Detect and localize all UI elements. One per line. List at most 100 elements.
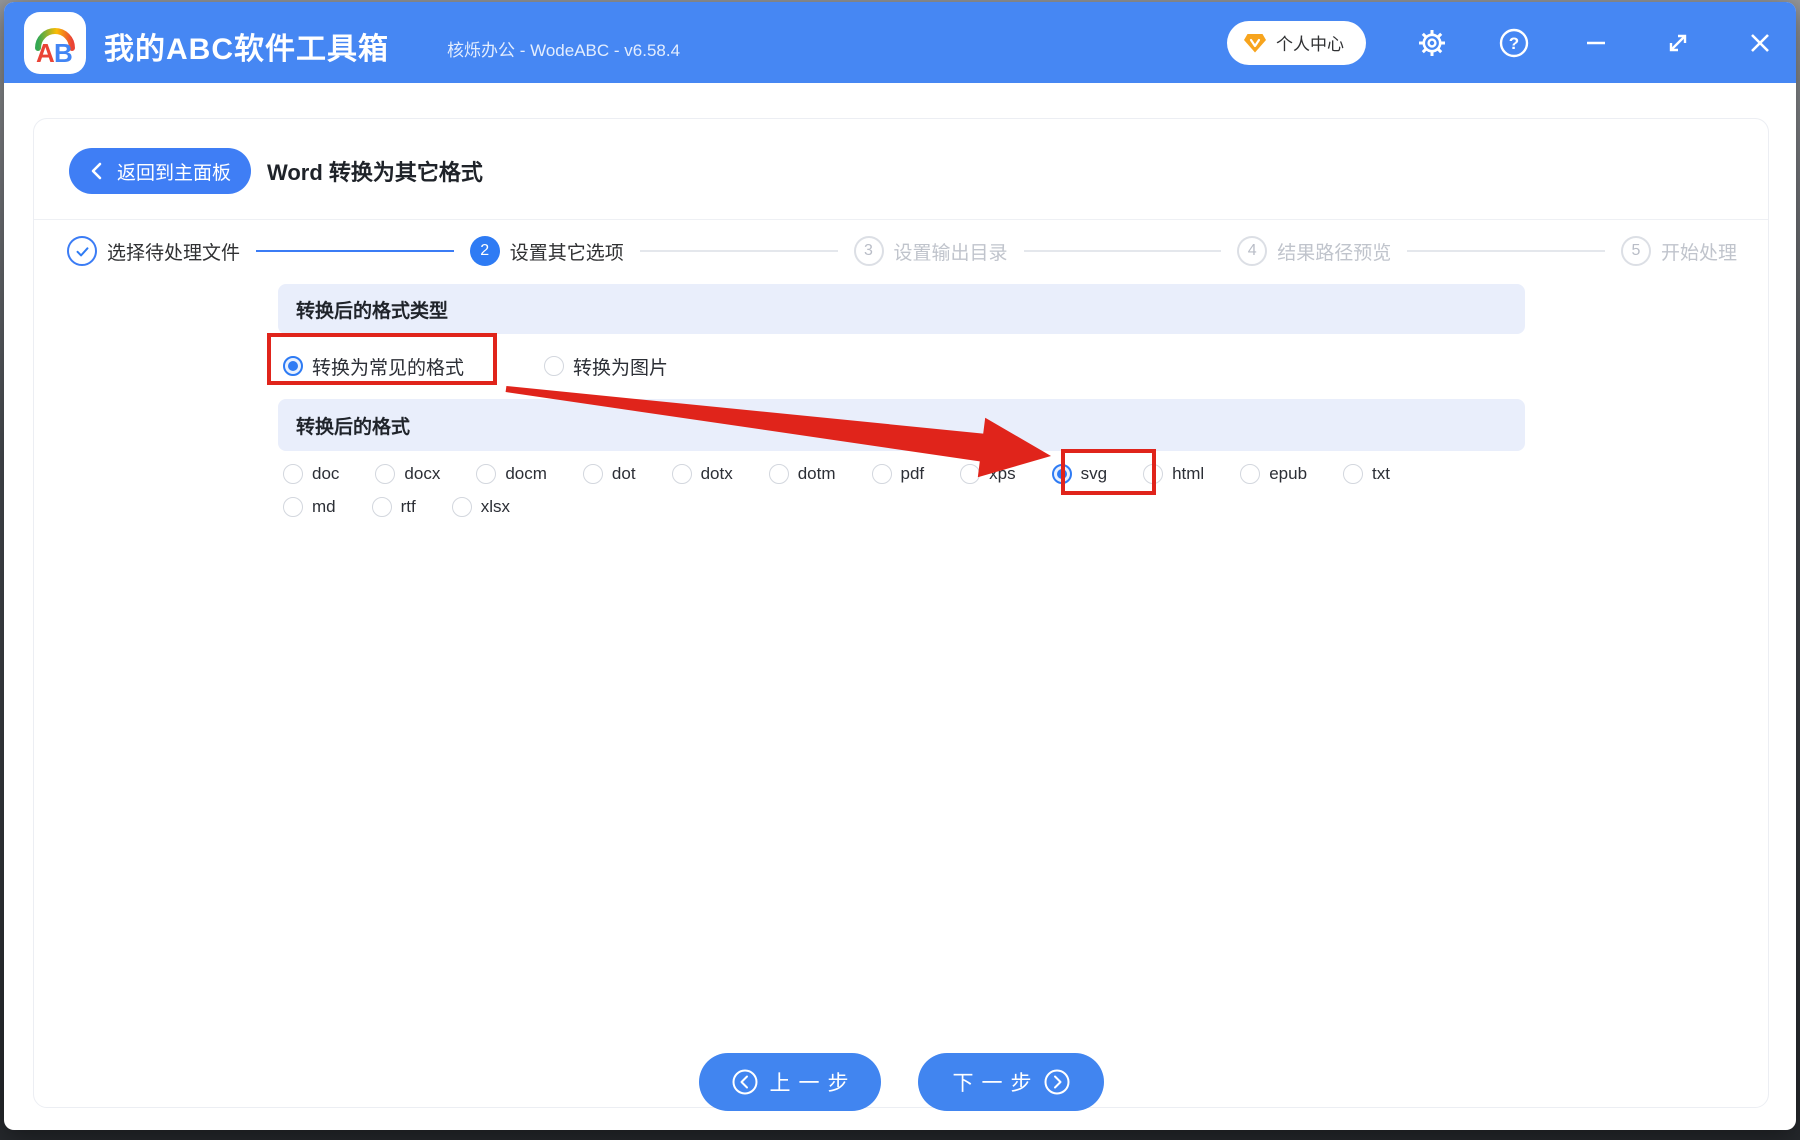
radio-icon <box>283 356 303 376</box>
wizard-stepper: 选择待处理文件 2 设置其它选项 3 设置输出目录 4 结果路径预览 5 开始处理 <box>67 231 1737 271</box>
titlebar-actions: 个人中心 ? <box>1227 2 1776 83</box>
step-label: 开始处理 <box>1661 242 1738 264</box>
radio-format-epub[interactable]: epub <box>1240 464 1307 484</box>
back-button-label: 返回到主面板 <box>116 162 231 184</box>
step-connector <box>639 250 838 252</box>
step-number: 5 <box>1621 236 1651 266</box>
svg-text:A: A <box>36 38 55 68</box>
step-connector <box>1407 250 1605 252</box>
radio-icon <box>283 497 303 517</box>
format-options-row2: md rtf xlsx <box>283 494 510 520</box>
radio-format-dot[interactable]: dot <box>582 464 636 484</box>
app-title: 我的ABC软件工具箱 <box>104 33 389 66</box>
radio-label: pdf <box>900 464 925 483</box>
step-label: 设置输出目录 <box>893 242 1008 264</box>
step-5-pending: 5 开始处理 <box>1621 236 1737 266</box>
radio-label: xps <box>989 464 1016 483</box>
titlebar: A B 我的ABC软件工具箱 核烁办公 - WodeABC - v6.58.4 … <box>4 2 1796 83</box>
section-title-format: 转换后的格式 <box>278 399 1525 451</box>
radio-label: html <box>1172 464 1205 483</box>
page-title: Word 转换为其它格式 <box>267 160 483 185</box>
maximize-icon[interactable] <box>1662 27 1694 59</box>
svg-text:B: B <box>54 38 73 68</box>
radio-format-doc[interactable]: doc <box>283 464 339 484</box>
circle-chevron-left-icon <box>732 1069 757 1095</box>
minimize-icon[interactable] <box>1580 27 1612 59</box>
app-logo-icon: A B <box>24 12 86 74</box>
radio-format-md[interactable]: md <box>283 497 336 517</box>
account-center-label: 个人中心 <box>1276 35 1344 54</box>
step-4-pending: 4 结果路径预览 <box>1237 236 1391 266</box>
radio-icon <box>671 464 692 484</box>
radio-label: 转换为图片 <box>573 357 669 379</box>
content-card: 返回到主面板 Word 转换为其它格式 选择待处理文件 2 设置其它选项 3 设置输出目… <box>33 118 1769 1111</box>
step-number: 3 <box>853 236 884 266</box>
radio-label: 转换为常见的格式 <box>312 357 465 379</box>
step-1-done: 选择待处理文件 <box>67 236 240 266</box>
prev-button-label: 上一步 <box>769 1072 857 1095</box>
settings-gear-icon[interactable] <box>1416 27 1448 59</box>
next-step-button[interactable]: 下一步 <box>918 1053 1104 1111</box>
radio-format-dotm[interactable]: dotm <box>768 464 836 484</box>
radio-format-html[interactable]: html <box>1143 464 1204 484</box>
back-to-main-button[interactable]: 返回到主面板 <box>69 148 251 194</box>
radio-icon <box>1343 464 1364 484</box>
app-subtitle: 核烁办公 - WodeABC - v6.58.4 <box>447 41 681 60</box>
radio-label: docm <box>505 464 547 483</box>
radio-label: txt <box>1372 464 1390 483</box>
radio-icon <box>283 464 303 484</box>
radio-format-docx[interactable]: docx <box>375 464 440 484</box>
step-3-pending: 3 设置输出目录 <box>853 236 1008 266</box>
header-divider <box>34 219 1768 220</box>
radio-icon <box>960 464 981 484</box>
next-button-label: 下一步 <box>952 1072 1040 1095</box>
step-label: 设置其它选项 <box>509 242 624 264</box>
radio-icon <box>871 464 892 484</box>
radio-label: dot <box>611 464 636 483</box>
close-icon[interactable] <box>1744 27 1776 59</box>
radio-icon <box>476 464 497 484</box>
section-title-format-type: 转换后的格式类型 <box>278 284 1525 334</box>
chevron-left-icon <box>91 162 102 180</box>
radio-format-xps[interactable]: xps <box>960 464 1016 484</box>
step-2-active: 2 设置其它选项 <box>469 236 624 266</box>
radio-label: md <box>312 497 336 516</box>
radio-label: dotx <box>700 464 733 483</box>
radio-format-xlsx[interactable]: xlsx <box>451 497 511 517</box>
radio-label: svg <box>1080 464 1108 483</box>
radio-icon <box>1240 464 1261 484</box>
radio-icon <box>544 356 565 376</box>
radio-label: docx <box>404 464 441 483</box>
radio-icon <box>1051 464 1072 484</box>
radio-format-svg[interactable]: svg <box>1051 464 1108 484</box>
radio-label: epub <box>1269 464 1308 483</box>
step-connector <box>256 250 454 252</box>
step-number: 2 <box>469 236 500 266</box>
step-label: 结果路径预览 <box>1277 242 1392 264</box>
step-number: 4 <box>1237 236 1268 266</box>
vip-gem-icon <box>1244 33 1266 52</box>
radio-icon <box>375 464 396 484</box>
radio-format-dotx[interactable]: dotx <box>671 464 733 484</box>
radio-format-pdf[interactable]: pdf <box>871 464 925 484</box>
radio-label: doc <box>312 464 340 483</box>
radio-label: rtf <box>400 497 416 516</box>
svg-text:?: ? <box>1509 34 1519 53</box>
format-options-row1: doc docx docm dot dotx dotm pdf xps svg html epub t… <box>283 461 1390 487</box>
radio-icon <box>582 464 603 484</box>
radio-type-转换为图片[interactable]: 转换为图片 <box>544 353 668 380</box>
account-center-button[interactable]: 个人中心 <box>1227 20 1366 65</box>
app-window: A B 我的ABC软件工具箱 核烁办公 - WodeABC - v6.58.4 … <box>4 2 1796 1130</box>
radio-type-转换为常见的格式[interactable]: 转换为常见的格式 <box>283 353 464 380</box>
circle-chevron-right-icon <box>1044 1069 1069 1095</box>
prev-step-button[interactable]: 上一步 <box>699 1053 881 1111</box>
radio-icon <box>1143 464 1164 484</box>
format-type-options: 转换为常见的格式 转换为图片 <box>283 342 668 390</box>
radio-icon <box>768 464 789 484</box>
radio-label: xlsx <box>480 497 511 516</box>
radio-format-txt[interactable]: txt <box>1343 464 1390 484</box>
step-connector <box>1023 250 1222 252</box>
help-icon[interactable]: ? <box>1498 27 1530 59</box>
radio-format-docm[interactable]: docm <box>476 464 547 484</box>
radio-format-rtf[interactable]: rtf <box>371 497 416 517</box>
